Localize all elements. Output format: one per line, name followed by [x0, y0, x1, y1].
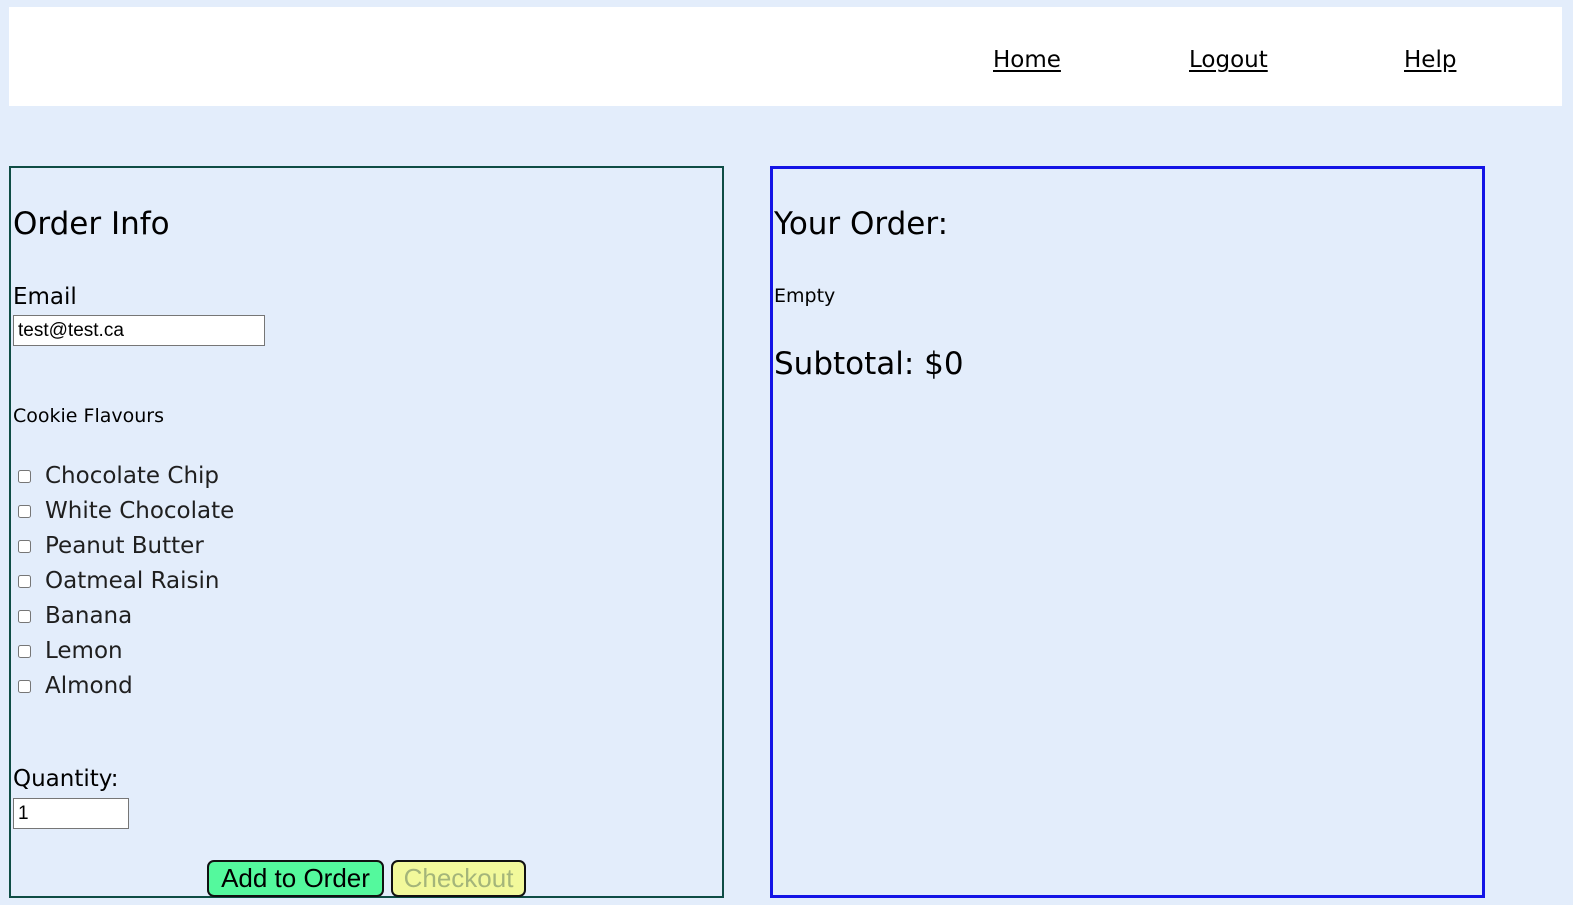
your-order-title: Your Order:: [774, 206, 949, 242]
flavour-option-almond[interactable]: Almond: [18, 671, 133, 701]
quantity-label: Quantity:: [13, 766, 119, 792]
nav-logout-link[interactable]: Logout: [1189, 47, 1268, 73]
peanut-butter-checkbox[interactable]: [18, 539, 31, 553]
oatmeal-raisin-checkbox[interactable]: [18, 574, 31, 588]
flavour-option-oatmeal-raisin[interactable]: Oatmeal Raisin: [18, 566, 219, 596]
almond-checkbox[interactable]: [18, 679, 31, 693]
flavour-option-chocolate-chip[interactable]: Chocolate Chip: [18, 461, 219, 491]
lemon-label: Lemon: [45, 638, 123, 664]
order-status-text: Empty: [774, 285, 836, 307]
checkout-button[interactable]: Checkout: [391, 860, 526, 897]
peanut-butter-label: Peanut Butter: [45, 533, 204, 559]
email-input[interactable]: [13, 315, 265, 346]
lemon-checkbox[interactable]: [18, 644, 31, 658]
top-nav-bar: Home Logout Help: [9, 7, 1562, 106]
white-chocolate-checkbox[interactable]: [18, 504, 31, 518]
cookie-flavours-label: Cookie Flavours: [13, 405, 164, 427]
flavour-option-banana[interactable]: Banana: [18, 601, 132, 631]
oatmeal-raisin-label: Oatmeal Raisin: [45, 568, 220, 594]
chocolate-chip-checkbox[interactable]: [18, 469, 31, 483]
nav-home-link[interactable]: Home: [993, 47, 1061, 73]
flavour-option-peanut-butter[interactable]: Peanut Butter: [18, 531, 204, 561]
subtotal-text: Subtotal: $0: [774, 346, 964, 382]
order-info-title: Order Info: [13, 206, 170, 242]
flavour-option-white-chocolate[interactable]: White Chocolate: [18, 496, 234, 526]
flavour-option-lemon[interactable]: Lemon: [18, 636, 123, 666]
chocolate-chip-label: Chocolate Chip: [45, 463, 220, 489]
almond-label: Almond: [45, 673, 133, 699]
quantity-input[interactable]: [13, 798, 129, 829]
banana-checkbox[interactable]: [18, 609, 31, 623]
banana-label: Banana: [45, 603, 133, 629]
white-chocolate-label: White Chocolate: [45, 498, 235, 524]
add-to-order-button[interactable]: Add to Order: [207, 860, 384, 897]
order-info-panel: Order Info Email Cookie Flavours Chocola…: [9, 166, 724, 898]
email-label: Email: [13, 284, 77, 310]
nav-help-link[interactable]: Help: [1404, 47, 1456, 73]
your-order-panel: Your Order: Empty Subtotal: $0: [770, 166, 1485, 898]
